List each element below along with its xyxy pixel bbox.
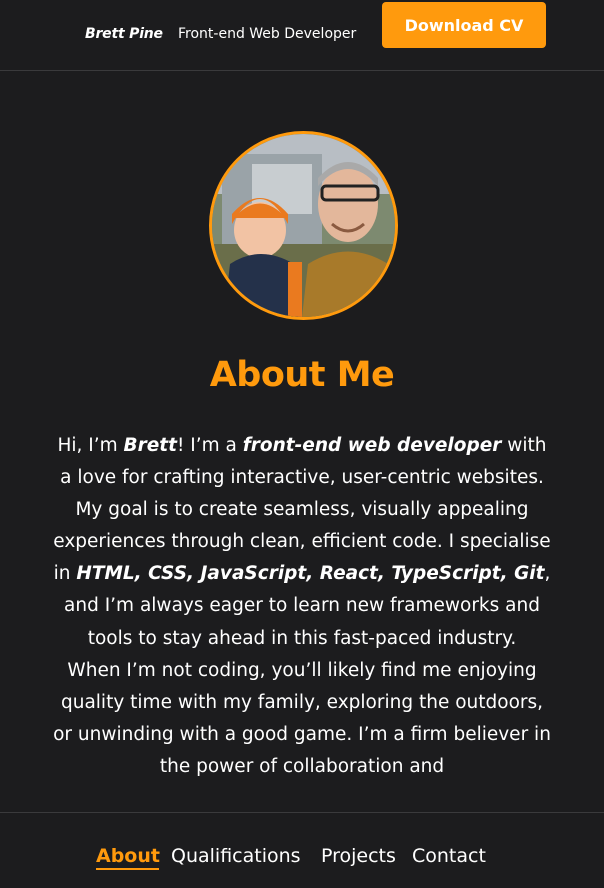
nav-about[interactable]: About [96, 845, 160, 867]
bio-skills: HTML, CSS, JavaScript, React, TypeScript… [76, 563, 545, 585]
nav-projects[interactable]: Projects [321, 845, 396, 867]
nav-contact[interactable]: Contact [412, 845, 486, 867]
about-bio: Hi, I’m Brett! I’m a front-end web devel… [52, 430, 552, 783]
bio-text-1: Hi, I’m [57, 435, 124, 456]
profile-photo-icon [212, 134, 395, 317]
avatar [209, 131, 398, 320]
bio-text-2: ! I’m a [176, 435, 243, 456]
bio-paragraph-2: When I’m not coding, you’ll likely find … [53, 659, 551, 777]
nav-qualifications[interactable]: Qualifications [171, 845, 301, 867]
download-cv-button[interactable]: Download CV [382, 2, 546, 48]
site-header: Brett Pine Front-end Web Developer Downl… [0, 0, 604, 71]
active-nav-underline [96, 868, 159, 870]
page-title: About Me [209, 355, 395, 395]
bio-paragraph-1: Hi, I’m Brett! I’m a front-end web devel… [52, 430, 552, 655]
brand-role: Front-end Web Developer [178, 26, 357, 42]
brand-name: Brett Pine [85, 26, 163, 42]
bottom-nav: About Qualifications Projects Contact [0, 812, 604, 888]
bio-name: Brett [123, 435, 177, 456]
bio-role: front-end web developer [242, 435, 502, 456]
bio-text-3: with a love for crafting interactive, us… [53, 435, 551, 585]
